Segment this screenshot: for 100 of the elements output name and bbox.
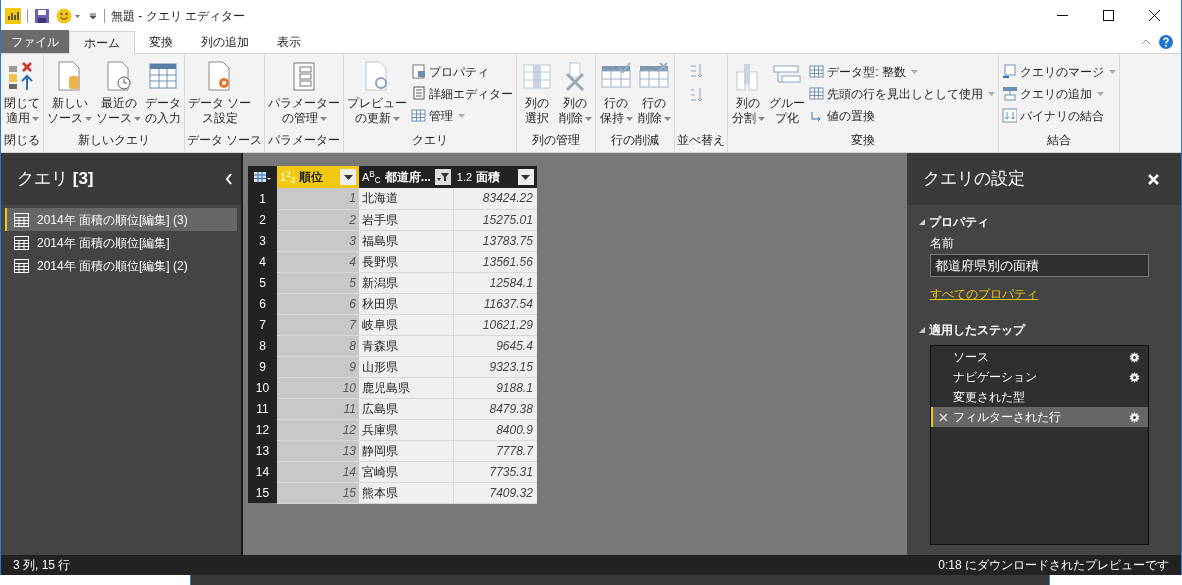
ribbon-button[interactable]: データ型: 整数 xyxy=(808,62,997,81)
table-cell: 9 xyxy=(277,356,359,377)
filter-icon[interactable] xyxy=(436,172,449,182)
file-tab[interactable]: ファイル xyxy=(1,30,69,53)
ribbon-button[interactable]: 最近の ソース xyxy=(95,60,142,126)
column-header[interactable]: 1.2 面積 xyxy=(453,166,537,188)
caret-icon xyxy=(319,116,327,121)
merge-icon xyxy=(1002,64,1018,79)
table-icon xyxy=(14,258,29,273)
step-item[interactable]: ソース xyxy=(931,347,1148,367)
ribbon-button[interactable]: クエリのマージ xyxy=(1001,62,1118,81)
group-label: データ ソース xyxy=(187,132,263,149)
window-title: 無題 - クエリ エディター xyxy=(111,7,245,25)
caret-icon xyxy=(134,116,141,121)
table-cell: 1 xyxy=(277,188,359,209)
table-icon xyxy=(411,108,427,123)
caret-icon xyxy=(85,116,92,121)
expanded-icon[interactable] xyxy=(919,219,925,225)
expanded-icon[interactable] xyxy=(919,327,925,333)
smiley-icon[interactable] xyxy=(56,7,82,24)
section-header: 適用したステップ xyxy=(929,322,1025,339)
ribbon-button[interactable]: プレビュー の更新 xyxy=(346,60,409,126)
ribbon-button[interactable]: 列の 選択 xyxy=(519,60,556,126)
ribbon-tab[interactable]: 変換 xyxy=(135,30,187,53)
settings-icon[interactable] xyxy=(1129,371,1140,383)
table-menu-icon[interactable] xyxy=(253,172,272,182)
table-cell: 岐阜県 xyxy=(359,314,454,335)
table-cell: 岩手県 xyxy=(359,209,454,230)
dropdown-icon[interactable] xyxy=(521,174,531,180)
step-item[interactable]: ナビゲーション xyxy=(931,367,1148,387)
close-icon xyxy=(1148,10,1160,21)
ribbon-button[interactable]: パラメーター の管理 xyxy=(267,60,342,126)
table-icon xyxy=(809,86,825,101)
help-icon[interactable] xyxy=(1159,35,1173,49)
dropdown-icon[interactable] xyxy=(343,174,353,180)
all-properties-link[interactable]: すべてのプロパティ xyxy=(919,285,1149,303)
ribbon-tab[interactable]: 表示 xyxy=(263,30,315,53)
table-cell: 12 xyxy=(277,419,359,440)
query-item[interactable]: 2014年 面積の順位[編集] (3) xyxy=(5,208,237,231)
table-cell: 3 xyxy=(277,230,359,251)
step-item[interactable]: フィルターされた行 xyxy=(931,407,1148,427)
ribbon-button[interactable]: 管理 xyxy=(410,106,515,125)
ribbon-button[interactable]: 新しい ソース xyxy=(46,60,93,126)
collapse-ribbon-icon[interactable] xyxy=(1141,39,1151,45)
field-label: 名前 xyxy=(929,235,955,252)
settings-icon[interactable] xyxy=(1129,411,1140,423)
table-cell: 兵庫県 xyxy=(359,419,454,440)
group-label: 変換 xyxy=(850,132,877,149)
caret-icon xyxy=(625,116,633,121)
ribbon-tab[interactable]: ホーム xyxy=(69,31,135,54)
section-header: プロパティ xyxy=(929,214,989,231)
ribbon-button[interactable]: クエリの追加 xyxy=(1001,84,1118,103)
ribbon-button[interactable]: 詳細エディター xyxy=(410,84,515,103)
table-cell: 14 xyxy=(277,461,359,482)
ribbon-button[interactable]: 先頭の行を見出しとして使用 xyxy=(808,84,997,103)
column-header[interactable]: A$^{B}$$_{C}$ 都道府... xyxy=(359,166,454,188)
group-label: 並べ替え xyxy=(677,132,726,149)
ribbon-button[interactable]: 閉じて 適用 xyxy=(3,60,41,126)
row-number: 14 xyxy=(248,461,277,482)
table-cell: 83424.22 xyxy=(453,188,537,209)
ribbon-button[interactable]: データ ソー ス設定 xyxy=(187,60,253,126)
table-cell: 4 xyxy=(277,251,359,272)
table-cell: 福島県 xyxy=(359,230,454,251)
row-number: 8 xyxy=(248,335,277,356)
ribbon-tab[interactable]: 列の追加 xyxy=(187,30,263,53)
row-number: 13 xyxy=(248,440,277,461)
row-number: 1 xyxy=(248,188,277,209)
customize-toolbar-icon[interactable] xyxy=(88,10,98,21)
column-header[interactable]: 1$^{2}$$_{3}$ 順位 xyxy=(277,166,359,188)
save-icon[interactable] xyxy=(34,7,50,24)
query-item[interactable]: 2014年 面積の順位[編集] (2) xyxy=(5,254,237,277)
collapse-icon[interactable] xyxy=(225,173,233,185)
close-icon[interactable] xyxy=(1148,173,1159,185)
ribbon-button[interactable]: プロパティ xyxy=(410,62,515,81)
row-number: 5 xyxy=(248,272,277,293)
settings-icon[interactable] xyxy=(1129,351,1140,363)
caret-icon xyxy=(663,116,671,121)
ribbon-button[interactable]: 行の 削除 xyxy=(636,60,673,126)
table-cell: 15 xyxy=(277,482,359,503)
row-number: 7 xyxy=(248,314,277,335)
sort-icon xyxy=(689,87,704,103)
ribbon-button[interactable]: バイナリの結合 xyxy=(1001,106,1118,125)
ribbon-button[interactable]: 列の 分割 xyxy=(730,60,767,126)
table-cell: 6 xyxy=(277,293,359,314)
delete-icon[interactable] xyxy=(938,412,948,422)
step-item[interactable]: 変更された型 xyxy=(931,387,1148,407)
name-field[interactable]: 都道府県別の面積 xyxy=(930,254,1149,277)
caret-icon xyxy=(392,116,400,121)
caret-icon xyxy=(988,91,996,96)
table-cell: 長野県 xyxy=(359,251,454,272)
query-item[interactable]: 2014年 面積の順位[編集] xyxy=(5,231,237,254)
table-cell: 5 xyxy=(277,272,359,293)
ribbon-button[interactable]: 値の置換 xyxy=(808,106,997,125)
ribbon-button[interactable]: グルー プ化 xyxy=(768,60,807,126)
ribbon-button[interactable]: 行の 保持 xyxy=(598,60,635,126)
ribbon-button[interactable]: データ の入力 xyxy=(144,60,182,126)
ribbon-button[interactable]: 列の 削除 xyxy=(557,60,594,126)
row-number: 10 xyxy=(248,377,277,398)
table-cell: 10 xyxy=(277,377,359,398)
group-label: パラメーター xyxy=(267,132,342,149)
